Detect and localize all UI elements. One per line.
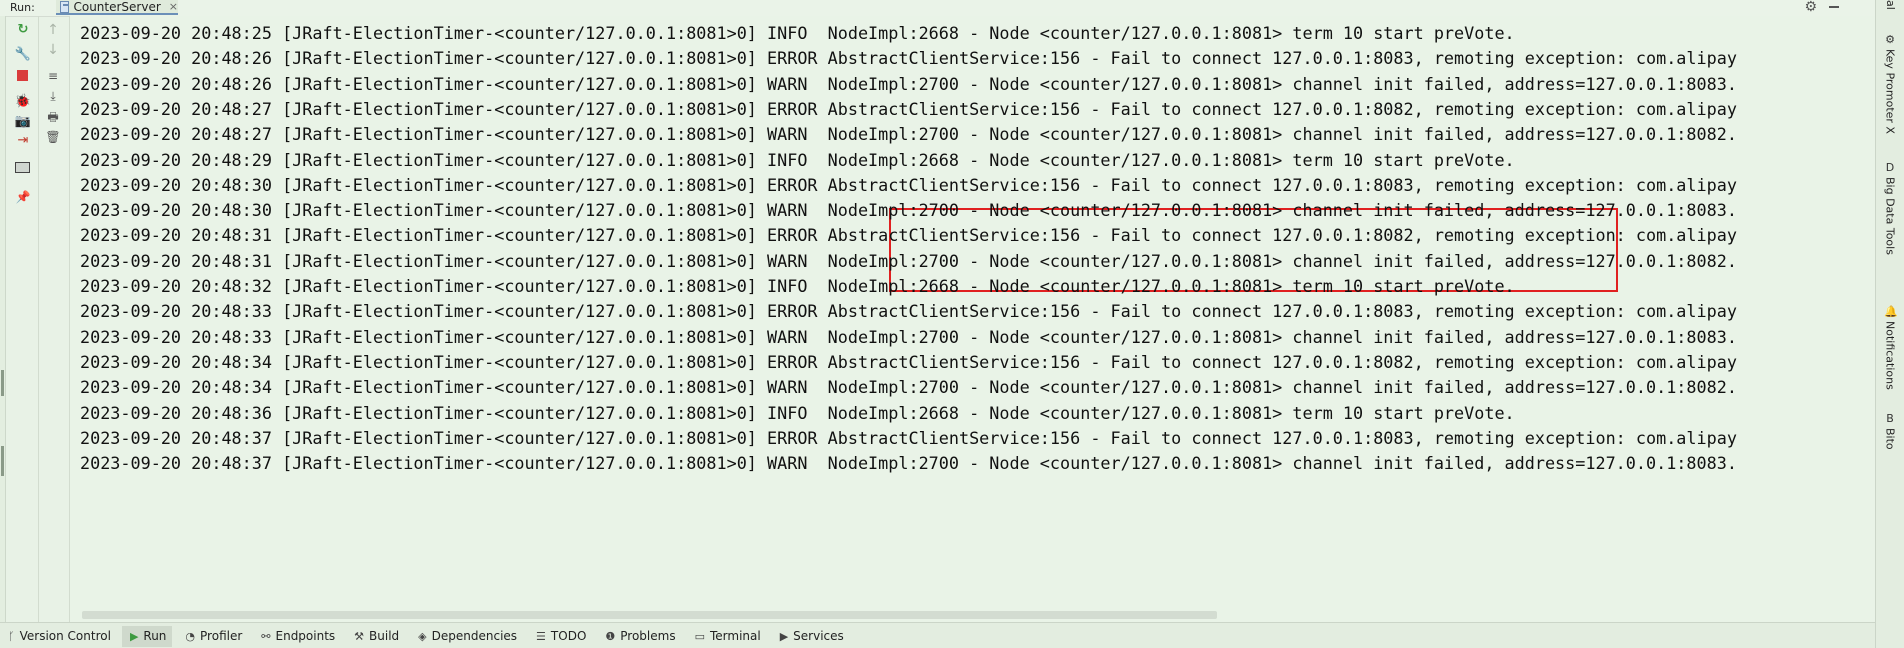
key-promoter-x-icon: ⚙ bbox=[1885, 33, 1895, 46]
stop-icon[interactable] bbox=[17, 70, 28, 81]
terminal-icon: ▭ bbox=[694, 629, 705, 643]
bottom-tool-bar: ᚴ Version Control ▶ Run ◔ Profiler ⚯ Endpoints ⚒… bbox=[0, 622, 1875, 648]
exit-icon[interactable]: ⇥ bbox=[15, 133, 31, 149]
log-line: 2023-09-20 20:48:37 [JRaft-ElectionTimer… bbox=[80, 427, 1737, 448]
tab-label: TODO bbox=[550, 629, 587, 643]
run-label: Run: bbox=[10, 1, 35, 14]
big-data-tools-icon: D bbox=[1885, 161, 1895, 174]
tab-endpoints[interactable]: ⚯ Endpoints bbox=[253, 626, 341, 647]
soft-wrap-icon[interactable]: ≡ bbox=[45, 68, 61, 84]
tab-label: Build bbox=[369, 629, 400, 643]
tab-label: Terminal bbox=[709, 629, 761, 643]
tab-label: Problems bbox=[620, 629, 676, 643]
run-toolbar: ↻ 🔧 🐞 📷 ⇥ 📌 bbox=[6, 16, 39, 622]
debug-icon[interactable]: 🐞 bbox=[15, 94, 31, 110]
sidebar-item-bito[interactable]: B Bito bbox=[1882, 413, 1898, 450]
run-config-icon bbox=[60, 0, 70, 13]
sidebar-item-big-data-tools[interactable]: D Big Data Tools bbox=[1882, 162, 1898, 255]
endpoints-icon: ⚯ bbox=[261, 629, 271, 643]
tab-counterserver[interactable]: CounterServer × bbox=[56, 0, 178, 15]
edge-tab-mark[interactable] bbox=[1, 446, 4, 476]
edge-tab-mark[interactable] bbox=[1, 370, 4, 396]
tab-label: Endpoints bbox=[275, 629, 336, 643]
log-line: 2023-09-20 20:48:29 [JRaft-ElectionTimer… bbox=[80, 149, 1515, 170]
tab-build[interactable]: ⚒ Build bbox=[346, 626, 405, 647]
log-line: 2023-09-20 20:48:27 [JRaft-ElectionTimer… bbox=[80, 124, 1737, 145]
sidebar-item-key-promoter-x[interactable]: ⚙ Key Promoter X bbox=[1882, 34, 1898, 134]
sidebar-item-label: Key Promoter X bbox=[1883, 49, 1897, 134]
log-line: 2023-09-20 20:48:34 [JRaft-ElectionTimer… bbox=[80, 377, 1737, 398]
pin-icon[interactable]: 📌 bbox=[15, 189, 31, 205]
services-icon: ▶ bbox=[779, 629, 789, 643]
log-line: 2023-09-20 20:48:32 [JRaft-ElectionTimer… bbox=[80, 276, 1515, 296]
print-icon[interactable]: 🖶 bbox=[45, 109, 61, 125]
log-line: 2023-09-20 20:48:27 [JRaft-ElectionTimer… bbox=[80, 98, 1737, 119]
wrench-icon[interactable]: 🔧 bbox=[15, 47, 31, 63]
log-line: 2023-09-20 20:48:26 [JRaft-ElectionTimer… bbox=[80, 73, 1737, 94]
build-icon: ⚒ bbox=[354, 629, 365, 643]
tab-label: Version Control bbox=[19, 629, 111, 643]
console-toolbar: ↑ ↓ ≡ ⤓ 🖶 🗑 bbox=[39, 16, 70, 622]
scroll-up-icon[interactable]: ↑ bbox=[45, 22, 61, 38]
log-line: 2023-09-20 20:48:25 [JRaft-ElectionTimer… bbox=[80, 23, 1515, 43]
bito-icon: B bbox=[1886, 412, 1894, 425]
run-icon: ▶ bbox=[129, 629, 139, 643]
log-line: 2023-09-20 20:48:33 [JRaft-ElectionTimer… bbox=[80, 301, 1737, 322]
tab-profiler[interactable]: ◔ Profiler bbox=[177, 626, 248, 647]
ide-window: Run: CounterServer × ⚙ ↻ 🔧 🐞 📷 ⇥ 📌 ↑ ↓ ≡ ⤓ 🖶 🗑 202… bbox=[0, 0, 1904, 648]
todo-icon: ☰ bbox=[536, 629, 546, 643]
horizontal-scrollbar[interactable] bbox=[82, 611, 1217, 619]
camera-icon[interactable]: 📷 bbox=[15, 114, 31, 130]
log-line: 2023-09-20 20:48:33 [JRaft-ElectionTimer… bbox=[80, 326, 1737, 347]
log-line: 2023-09-20 20:48:37 [JRaft-ElectionTimer… bbox=[80, 453, 1737, 474]
sidebar-item-label: Big Data Tools bbox=[1883, 177, 1897, 255]
run-tab-label: CounterServer bbox=[73, 0, 161, 14]
close-icon[interactable]: × bbox=[169, 0, 178, 13]
tab-label: Dependencies bbox=[431, 629, 518, 643]
right-tool-sidebar: al ⚙ Key Promoter X D Big Data Tools 🔔 Notifi… bbox=[1875, 0, 1904, 648]
log-line: 2023-09-20 20:48:30 [JRaft-ElectionTimer… bbox=[80, 200, 1737, 221]
tab-run[interactable]: ▶ Run bbox=[121, 625, 173, 647]
tab-version-control[interactable]: ᚴ Version Control bbox=[0, 626, 117, 647]
layout-icon[interactable] bbox=[15, 162, 30, 173]
problems-icon: ❶ bbox=[605, 629, 616, 643]
sidebar-item-label: Notifications bbox=[1883, 321, 1897, 390]
log-line: 2023-09-20 20:48:26 [JRaft-ElectionTimer… bbox=[80, 48, 1737, 69]
right-top-label[interactable]: al bbox=[1884, 0, 1897, 10]
sidebar-item-notifications[interactable]: 🔔 Notifications bbox=[1882, 306, 1898, 390]
scroll-down-icon[interactable]: ↓ bbox=[45, 42, 61, 58]
trash-icon[interactable]: 🗑 bbox=[45, 129, 61, 145]
log-line: 2023-09-20 20:48:36 [JRaft-ElectionTimer… bbox=[80, 402, 1515, 423]
log-line: 2023-09-20 20:48:31 [JRaft-ElectionTimer… bbox=[80, 225, 1737, 246]
tab-todo[interactable]: ☰ TODO bbox=[528, 626, 592, 647]
tab-label: Profiler bbox=[200, 629, 243, 643]
console-output[interactable]: 2023-09-20 20:48:25 [JRaft-ElectionTimer… bbox=[70, 16, 1875, 622]
dependencies-icon: ◈ bbox=[418, 629, 427, 643]
run-header: Run: CounterServer × ⚙ bbox=[0, 0, 1875, 17]
log-line: 2023-09-20 20:48:34 [JRaft-ElectionTimer… bbox=[80, 351, 1737, 372]
tab-terminal[interactable]: ▭ Terminal bbox=[687, 626, 767, 647]
tab-label: Run bbox=[143, 629, 167, 643]
version-control-icon: ᚴ bbox=[8, 629, 15, 643]
minimize-icon[interactable] bbox=[1829, 6, 1839, 8]
gear-icon[interactable]: ⚙ bbox=[1804, 0, 1817, 15]
notifications-icon: 🔔 bbox=[1884, 305, 1898, 318]
tab-dependencies[interactable]: ◈ Dependencies bbox=[410, 626, 523, 647]
tab-label: Services bbox=[793, 629, 844, 643]
log-line: 2023-09-20 20:48:31 [JRaft-ElectionTimer… bbox=[80, 250, 1737, 271]
sidebar-item-label: Bito bbox=[1883, 428, 1897, 450]
log-line: 2023-09-20 20:48:30 [JRaft-ElectionTimer… bbox=[80, 174, 1737, 195]
profiler-icon: ◔ bbox=[185, 629, 196, 643]
rerun-icon[interactable]: ↻ bbox=[15, 22, 31, 38]
tab-problems[interactable]: ❶ Problems bbox=[597, 626, 681, 647]
scroll-to-end-icon[interactable]: ⤓ bbox=[45, 88, 61, 104]
tab-services[interactable]: ▶ Services bbox=[772, 626, 850, 647]
